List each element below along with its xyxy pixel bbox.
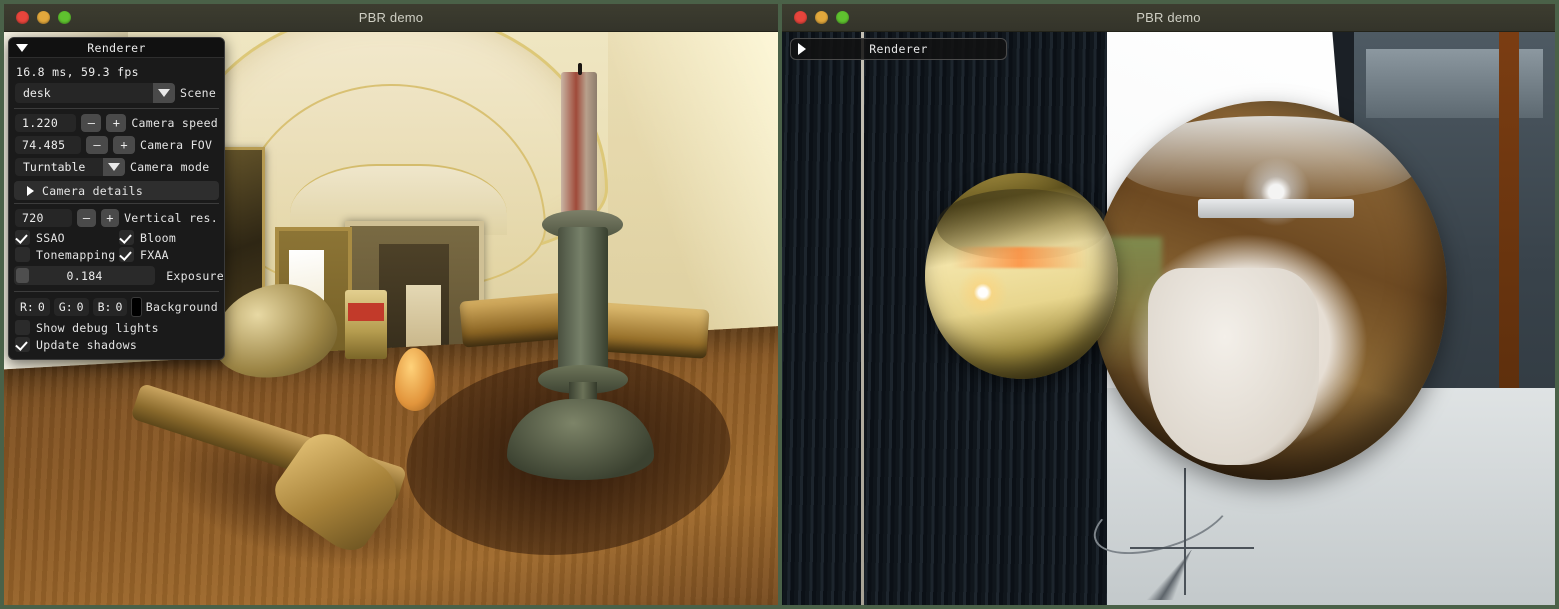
- background-b-value: 0: [115, 300, 123, 314]
- scene-label: Scene: [180, 86, 217, 100]
- camera-speed-row[interactable]: 1.220 – + Camera speed: [9, 112, 224, 134]
- sphere-gold: [925, 172, 1119, 380]
- renderer-panel-collapsed-title: Renderer: [869, 42, 928, 56]
- camera-fov-row[interactable]: 74.485 – + Camera FOV: [9, 134, 224, 156]
- camera-speed-label: Camera speed: [131, 116, 219, 130]
- checkbox-update-shadows[interactable]: Update shadows: [15, 337, 137, 352]
- background-r-value: 0: [37, 300, 45, 314]
- divider: [14, 108, 219, 109]
- camera-fov-label: Camera FOV: [140, 138, 213, 152]
- vertical-res-decrement[interactable]: –: [77, 209, 96, 227]
- close-button[interactable]: [16, 11, 29, 24]
- exposure-slider[interactable]: 0.184: [14, 266, 156, 285]
- minimize-button[interactable]: [815, 11, 828, 24]
- background-r-field[interactable]: R: 0: [15, 298, 50, 316]
- checkbox-bloom-label: Bloom: [140, 230, 177, 245]
- camera-mode-row[interactable]: Turntable Camera mode: [9, 156, 224, 178]
- minimize-button[interactable]: [37, 11, 50, 24]
- renderer-panel[interactable]: Renderer 16.8 ms, 59.3 fps desk Scene 1.…: [8, 37, 225, 360]
- window-title-left: PBR demo: [358, 10, 424, 25]
- check-icon[interactable]: [119, 230, 134, 245]
- traffic-lights-right: [782, 11, 849, 24]
- divider: [14, 291, 219, 292]
- vertical-res-row[interactable]: 720 – + Vertical res.: [9, 207, 224, 229]
- checkbox-ssao-label: SSAO: [36, 230, 65, 245]
- camera-mode-label: Camera mode: [130, 160, 210, 174]
- desktop: PBR demo Renderer 16.8 ms, 59.3 fps desk…: [0, 0, 1559, 609]
- close-button[interactable]: [794, 11, 807, 24]
- scene-select-value: desk: [15, 83, 153, 103]
- renderer-panel-header[interactable]: Renderer: [9, 38, 224, 58]
- checkbox-empty-icon[interactable]: [15, 247, 30, 262]
- background-label: Background: [145, 300, 218, 314]
- camera-mode-value: Turntable: [15, 158, 103, 176]
- camera-mode-select[interactable]: Turntable: [15, 158, 125, 176]
- chevron-down-icon[interactable]: [103, 158, 125, 176]
- chevron-down-icon[interactable]: [153, 83, 175, 103]
- titlebar-right[interactable]: PBR demo: [782, 4, 1555, 32]
- checkbox-tonemapping[interactable]: Tonemapping: [15, 247, 119, 262]
- checkbox-ssao[interactable]: SSAO: [15, 230, 119, 245]
- vertical-res-label: Vertical res.: [124, 211, 218, 225]
- render-scene-spheres: [782, 32, 1555, 605]
- background-g-label: G:: [58, 300, 73, 314]
- sphere-chrome: [1091, 100, 1447, 480]
- show-debug-lights-label: Show debug lights: [36, 320, 159, 335]
- checkbox-empty-icon[interactable]: [15, 320, 30, 335]
- zoom-button[interactable]: [58, 11, 71, 24]
- camera-speed-decrement[interactable]: –: [81, 114, 102, 132]
- background-b-field[interactable]: B: 0: [92, 298, 128, 316]
- exposure-label: Exposure: [166, 268, 224, 283]
- checkbox-row-2: Tonemapping FXAA: [9, 246, 224, 263]
- camera-fov-decrement[interactable]: –: [86, 136, 108, 154]
- window-right[interactable]: PBR demo Renderer: [782, 4, 1555, 605]
- window-title-right: PBR demo: [1136, 10, 1201, 25]
- scene-select[interactable]: desk: [15, 83, 175, 103]
- renderer-panel-collapsed[interactable]: Renderer: [790, 38, 1007, 60]
- checkbox-tonemapping-label: Tonemapping: [36, 247, 116, 262]
- fps-stat: 16.8 ms, 59.3 fps: [16, 65, 139, 79]
- exposure-row[interactable]: 0.184 Exposure: [9, 263, 224, 288]
- checkbox-bloom[interactable]: Bloom: [119, 230, 176, 245]
- camera-fov-increment[interactable]: +: [113, 136, 135, 154]
- camera-speed-increment[interactable]: +: [106, 114, 127, 132]
- check-icon[interactable]: [119, 247, 134, 262]
- triangle-right-icon: [27, 185, 34, 196]
- checkbox-row-1: SSAO Bloom: [9, 229, 224, 246]
- background-b-label: B:: [97, 300, 112, 314]
- titlebar-left[interactable]: PBR demo: [4, 4, 778, 32]
- viewport-right[interactable]: Renderer: [782, 32, 1555, 605]
- update-shadows-row[interactable]: Update shadows: [9, 336, 224, 353]
- background-r-label: R:: [20, 300, 34, 314]
- checkbox-show-debug-lights[interactable]: Show debug lights: [15, 320, 159, 335]
- viewport-left[interactable]: Renderer 16.8 ms, 59.3 fps desk Scene 1.…: [4, 32, 778, 605]
- check-icon[interactable]: [15, 230, 30, 245]
- camera-details-label: Camera details: [42, 183, 144, 198]
- camera-details-toggle[interactable]: Camera details: [14, 181, 219, 200]
- traffic-lights-left: [4, 11, 71, 24]
- scene-row[interactable]: desk Scene: [9, 81, 224, 105]
- checkbox-fxaa-label: FXAA: [140, 247, 169, 262]
- vertical-res-value[interactable]: 720: [15, 209, 73, 227]
- exposure-value: 0.184: [66, 268, 103, 283]
- show-debug-lights-row[interactable]: Show debug lights: [9, 319, 224, 336]
- check-icon[interactable]: [15, 337, 30, 352]
- camera-speed-value[interactable]: 1.220: [15, 114, 77, 132]
- window-left[interactable]: PBR demo Renderer 16.8 ms, 59.3 fps desk…: [4, 4, 778, 605]
- camera-fov-value[interactable]: 74.485: [15, 136, 81, 154]
- divider: [14, 203, 219, 204]
- vertical-res-increment[interactable]: +: [100, 209, 120, 227]
- checkbox-fxaa[interactable]: FXAA: [119, 247, 169, 262]
- renderer-panel-title: Renderer: [87, 40, 146, 55]
- background-g-value: 0: [76, 300, 84, 314]
- zoom-button[interactable]: [836, 11, 849, 24]
- background-g-field[interactable]: G: 0: [53, 298, 89, 316]
- background-color-row[interactable]: R: 0 G: 0 B: 0 Background: [9, 295, 224, 319]
- background-color-swatch[interactable]: [131, 297, 142, 317]
- update-shadows-label: Update shadows: [36, 337, 138, 352]
- slider-handle[interactable]: [16, 268, 29, 283]
